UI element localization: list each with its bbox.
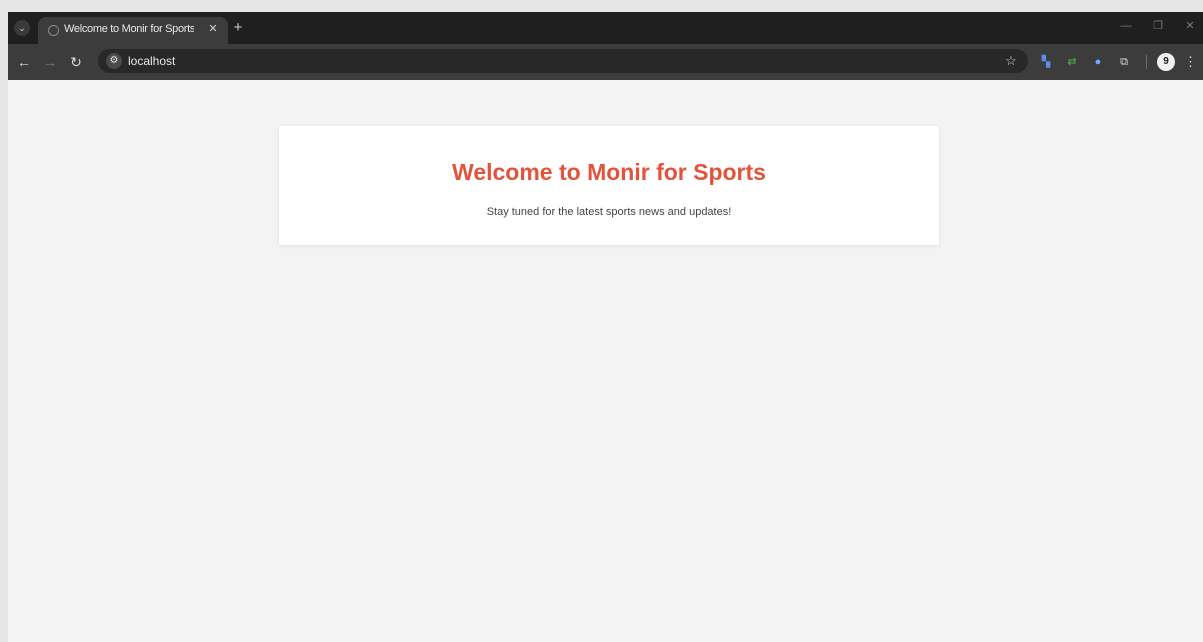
welcome-card: Welcome to Monir for Sports Stay tuned f… <box>279 126 939 245</box>
page-title: Welcome to Monir for Sports <box>452 159 766 185</box>
tab-search-icon[interactable]: ⌄ <box>14 20 30 36</box>
page-viewport: Welcome to Monir for Sports Stay tuned f… <box>8 80 1203 642</box>
puzzle-extensions-icon[interactable]: ⧉ <box>1116 54 1132 70</box>
browser-toolbar: ← → ↻ ⚙ localhost ☆ ▚ ⇄ ● ⧉ 9 ⋮ <box>8 44 1203 80</box>
screen: ⌄ Welcome to Monir for Sports ✕ + — ❐ ✕ … <box>0 0 1203 642</box>
blue-dot-extension-icon[interactable]: ● <box>1090 54 1106 70</box>
tab-strip: ⌄ Welcome to Monir for Sports ✕ + — ❐ ✕ <box>8 12 1203 44</box>
profile-avatar[interactable]: 9 <box>1157 53 1175 71</box>
bookmark-star-icon[interactable]: ☆ <box>1002 52 1020 70</box>
page-subtitle: Stay tuned for the latest sports news an… <box>486 206 732 218</box>
sync-extension-icon[interactable]: ⇄ <box>1064 54 1080 70</box>
close-window-icon[interactable]: ✕ <box>1180 18 1200 34</box>
tab-title: Welcome to Monir for Sports <box>64 23 194 35</box>
globe-icon <box>48 25 59 36</box>
tab-active[interactable]: Welcome to Monir for Sports ✕ <box>38 17 228 44</box>
browser-window: ⌄ Welcome to Monir for Sports ✕ + — ❐ ✕ … <box>8 12 1203 642</box>
forward-icon[interactable]: → <box>40 52 60 72</box>
kebab-menu-icon[interactable]: ⋮ <box>1184 53 1197 71</box>
new-tab-button[interactable]: + <box>230 20 246 36</box>
minimize-icon[interactable]: — <box>1116 18 1136 34</box>
maximize-icon[interactable]: ❐ <box>1148 18 1168 34</box>
address-bar[interactable]: ⚙ localhost ☆ <box>98 49 1028 73</box>
toolbar-divider <box>1146 55 1147 69</box>
back-icon[interactable]: ← <box>14 52 34 72</box>
close-icon[interactable]: ✕ <box>206 22 220 36</box>
site-info-icon[interactable]: ⚙ <box>106 53 122 69</box>
translate-extension-icon[interactable]: ▚ <box>1038 54 1054 70</box>
url-text[interactable]: localhost <box>128 54 175 68</box>
reload-icon[interactable]: ↻ <box>66 52 86 72</box>
